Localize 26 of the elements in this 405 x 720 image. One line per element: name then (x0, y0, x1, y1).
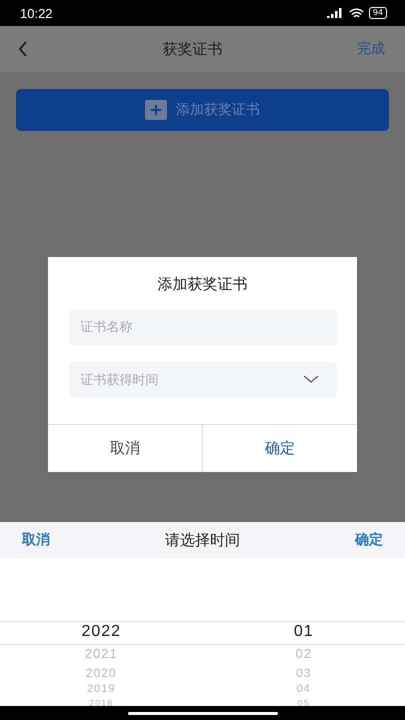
picker-option[interactable]: 04 (296, 682, 311, 697)
picker-option[interactable]: 01 (294, 620, 314, 643)
cancel-link[interactable]: 取消 (22, 531, 50, 549)
status-time: 10:22 (20, 6, 53, 20)
picker-option[interactable]: 05 (298, 697, 310, 706)
picker-option[interactable]: 03 (296, 664, 312, 682)
picker-option[interactable]: 2019 (87, 682, 116, 697)
add-certificate-button[interactable]: 添加获奖证书 (16, 89, 389, 131)
done-link[interactable]: 完成 (357, 40, 385, 58)
picker-title: 请选择时间 (165, 530, 240, 550)
confirm-link[interactable]: 确定 (355, 531, 383, 549)
select-field[interactable]: 证书获得时间 (68, 362, 336, 397)
dialog-title: 添加获奖证书 (158, 274, 248, 295)
picker-option[interactable]: 2022 (81, 620, 122, 643)
back-icon[interactable] (18, 41, 28, 57)
picker-option[interactable]: 2021 (84, 643, 118, 664)
page-title: 获奖证书 (162, 40, 224, 58)
picker-option[interactable]: 2020 (86, 664, 117, 682)
picker-option[interactable]: 02 (296, 643, 312, 664)
picker-option[interactable]: 2018 (89, 697, 114, 706)
chevron-down-icon (302, 375, 318, 384)
battery-indicator: 94 (368, 7, 387, 19)
input-field[interactable]: 证书名称 (68, 310, 336, 345)
signal-icon (326, 8, 344, 18)
plus-icon (145, 100, 167, 120)
wifi-icon (348, 8, 364, 18)
